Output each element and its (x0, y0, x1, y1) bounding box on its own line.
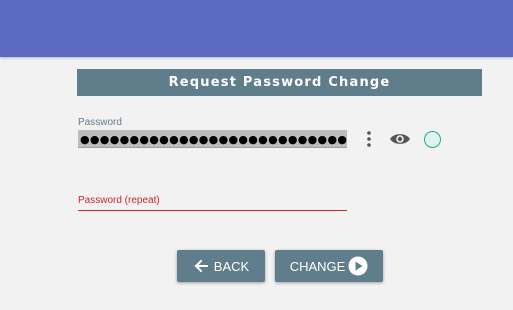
form-title: Request Password Change (77, 69, 482, 96)
password-repeat-field[interactable] (78, 196, 347, 211)
eye-icon[interactable] (388, 128, 412, 150)
app-top-bar (0, 0, 513, 57)
password-repeat-input[interactable] (78, 196, 347, 210)
password-field[interactable] (78, 130, 347, 148)
password-input[interactable] (78, 131, 347, 147)
change-button[interactable]: CHANGE (275, 250, 383, 282)
back-button[interactable]: BACK (177, 250, 265, 282)
change-button-label: CHANGE (289, 258, 346, 274)
strength-indicator-circle (424, 131, 441, 148)
back-button-label: BACK (213, 258, 250, 274)
play-circle-icon (348, 256, 368, 276)
password-label: Password (78, 117, 122, 128)
arrow-left-icon (193, 258, 209, 274)
kebab-menu-icon[interactable] (364, 128, 374, 150)
